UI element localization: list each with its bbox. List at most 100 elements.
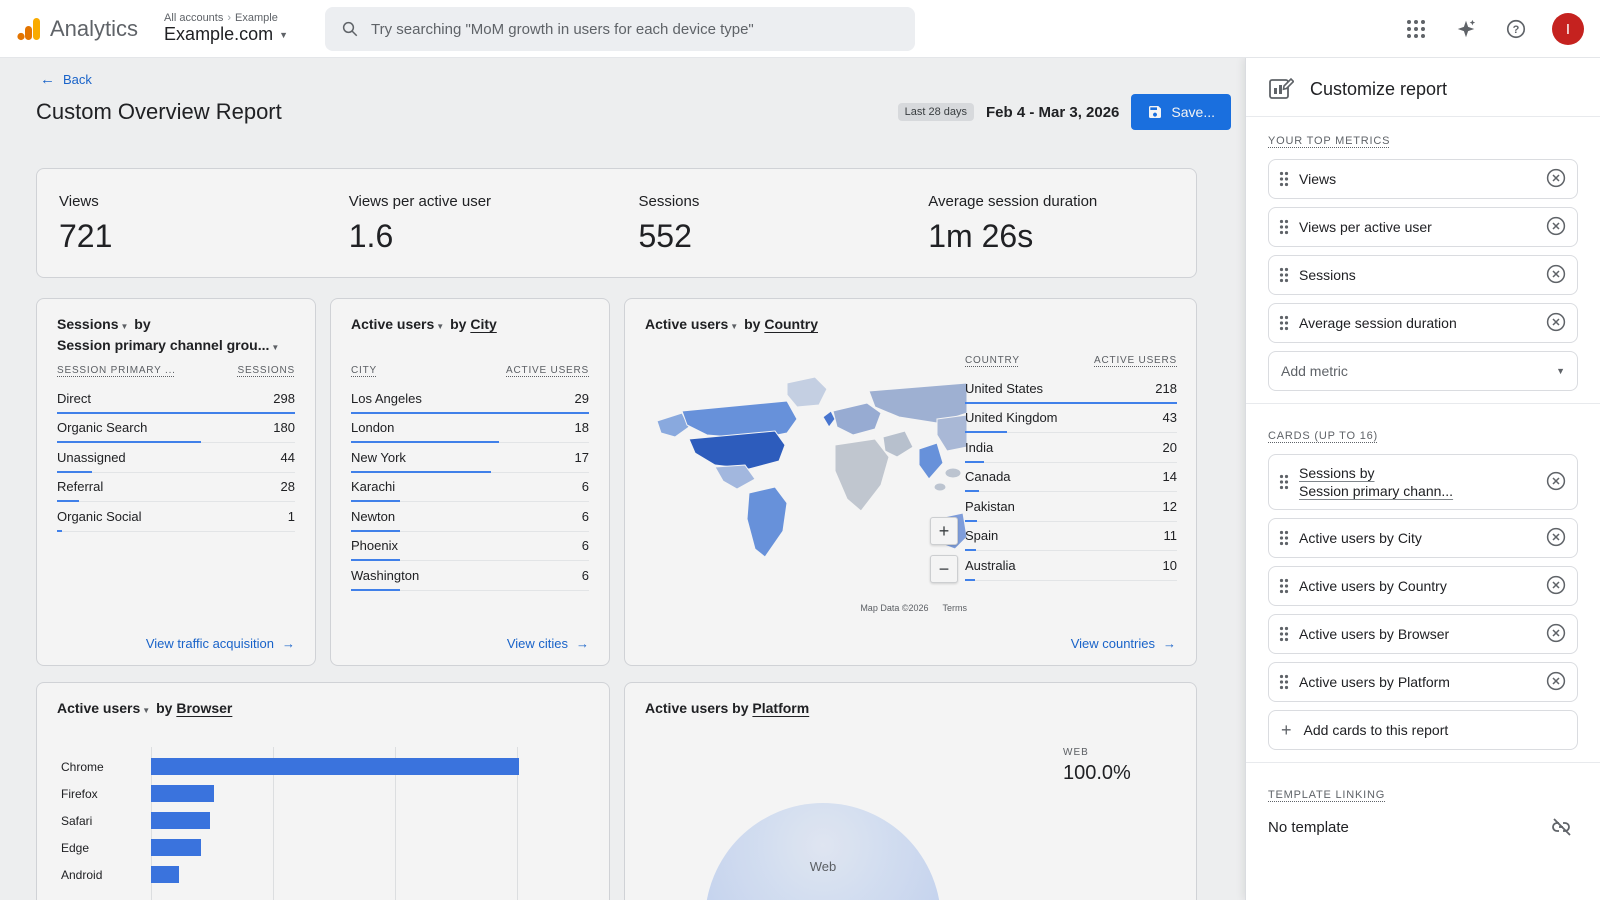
metric-chip-average-session-duration[interactable]: Average session duration (1268, 303, 1578, 343)
row-label: Karachi (351, 479, 395, 494)
card-chip-users-by-city[interactable]: Active users by City (1268, 518, 1578, 558)
browser-bar-chart: Chrome Firefox Safari Edge Android (61, 753, 565, 900)
summary-metric[interactable]: Sessions 552 (617, 169, 907, 277)
bar-row: Safari (61, 807, 565, 834)
table-row: United Kingdom 43 (965, 404, 1177, 434)
account-switcher[interactable]: All accounts › Example Example.com ▼ (164, 12, 288, 45)
remove-metric-button[interactable] (1545, 264, 1567, 286)
summary-metric[interactable]: Views per active user 1.6 (327, 169, 617, 277)
map-terms-link[interactable]: Terms (943, 603, 968, 613)
bar (151, 839, 201, 856)
add-metric-select[interactable]: Add metric ▼ (1268, 351, 1578, 391)
metric-selector[interactable]: Active users (645, 700, 728, 716)
chevron-down-icon: ▼ (142, 706, 150, 715)
channel-table: Direct298 Organic Search180 Unassigned44… (57, 384, 295, 532)
metric-label: Views per active user (349, 193, 617, 210)
link-label: View traffic acquisition (146, 636, 274, 651)
row-label: Washington (351, 568, 419, 583)
drag-handle-icon[interactable] (1279, 674, 1289, 690)
metric-selector[interactable]: Active users (57, 700, 140, 716)
apps-grid-button[interactable] (1402, 15, 1430, 43)
add-cards-label: Add cards to this report (1304, 722, 1449, 738)
row-value: 43 (1163, 410, 1177, 425)
drag-handle-icon[interactable] (1279, 219, 1289, 235)
avatar[interactable]: I (1552, 13, 1584, 45)
drag-handle-icon[interactable] (1279, 578, 1289, 594)
remove-card-button[interactable] (1545, 575, 1567, 597)
row-value: 6 (582, 568, 589, 583)
row-value: 6 (582, 538, 589, 553)
metric-selector[interactable]: Active users (645, 316, 728, 332)
back-link[interactable]: Back (63, 72, 92, 87)
metric-selector[interactable]: Active users (351, 316, 434, 332)
table-row: Organic Search180 (57, 414, 295, 444)
report-header: Custom Overview Report Last 28 days Feb … (36, 94, 1231, 130)
drag-handle-icon[interactable] (1279, 267, 1289, 283)
row-label: Los Angeles (351, 391, 422, 406)
card-chip-users-by-country[interactable]: Active users by Country (1268, 566, 1578, 606)
dimension-selector[interactable]: Platform (752, 700, 809, 716)
map-zoom-out-button[interactable]: − (930, 555, 958, 583)
remove-metric-button[interactable] (1545, 168, 1567, 190)
summary-metric[interactable]: Views 721 (37, 169, 327, 277)
summary-metric[interactable]: Average session duration 1m 26s (906, 169, 1196, 277)
template-link-button[interactable] (1548, 813, 1576, 841)
users-by-browser-card: Active users▼ by Browser Chrome Firefox … (36, 682, 610, 900)
card-chip-sessions-by-channel[interactable]: Sessions bySession primary chann... (1268, 454, 1578, 510)
remove-metric-button[interactable] (1545, 216, 1567, 238)
drag-handle-icon[interactable] (1279, 530, 1289, 546)
remove-circle-icon (1546, 471, 1566, 491)
analytics-logo-icon (16, 16, 42, 42)
metric-chip-sessions[interactable]: Sessions (1268, 255, 1578, 295)
back-row: ← Back (40, 71, 92, 88)
dimension-selector[interactable]: City (470, 316, 496, 332)
world-map[interactable]: + − Map Data ©2026 Terms (637, 359, 969, 613)
map-zoom-in-button[interactable]: + (930, 517, 958, 545)
view-cities-link[interactable]: View cities → (507, 636, 589, 651)
date-range-picker[interactable]: Feb 4 - Mar 3, 2026 (986, 104, 1119, 121)
remove-card-button[interactable] (1545, 671, 1567, 693)
analytics-home-link[interactable]: Analytics (0, 16, 138, 42)
metric-chip-views-per-active-user[interactable]: Views per active user (1268, 207, 1578, 247)
table-row: Pakistan12 (965, 492, 1177, 522)
country-table: United States218 United Kingdom43 India2… (965, 374, 1177, 581)
help-button[interactable]: ? (1502, 15, 1530, 43)
table-row: India20 (965, 433, 1177, 463)
dimension-selector[interactable]: Country (764, 316, 818, 332)
dimension-selector[interactable]: Session primary channel grou... (57, 337, 269, 353)
save-button[interactable]: Save... (1131, 94, 1231, 130)
top-app-bar: Analytics All accounts › Example Example… (0, 0, 1600, 58)
dimension-selector[interactable]: Browser (176, 700, 232, 716)
row-label: Newton (351, 509, 395, 524)
chip-label: Views per active user (1299, 218, 1535, 236)
ai-sparkle-button[interactable] (1452, 15, 1480, 43)
remove-metric-button[interactable] (1545, 312, 1567, 334)
row-label: Organic Social (57, 509, 142, 524)
view-countries-link[interactable]: View countries → (1071, 636, 1176, 651)
remove-circle-icon (1546, 671, 1566, 691)
card-chip-users-by-platform[interactable]: Active users by Platform (1268, 662, 1578, 702)
add-cards-button[interactable]: + Add cards to this report (1268, 710, 1578, 750)
search-input[interactable] (371, 21, 899, 38)
divider (1246, 762, 1600, 763)
remove-card-button[interactable] (1545, 623, 1567, 645)
drag-handle-icon[interactable] (1279, 474, 1289, 490)
bar-row: Android (61, 861, 565, 888)
metric-selector[interactable]: Sessions (57, 316, 118, 332)
remove-card-button[interactable] (1545, 471, 1567, 493)
row-label: Spain (965, 528, 998, 543)
panel-title: Customize report (1310, 79, 1447, 100)
remove-card-button[interactable] (1545, 527, 1567, 549)
template-value: No template (1268, 819, 1349, 836)
metric-chip-views[interactable]: Views (1268, 159, 1578, 199)
card-chip-users-by-browser[interactable]: Active users by Browser (1268, 614, 1578, 654)
row-value: 18 (575, 420, 589, 435)
table-header: CITY ACTIVE USERS (351, 359, 589, 384)
search-bar[interactable] (325, 7, 915, 51)
view-traffic-acquisition-link[interactable]: View traffic acquisition → (146, 636, 295, 651)
section-label: CARDS (UP TO 16) (1268, 430, 1378, 442)
row-label: United Kingdom (965, 410, 1058, 425)
drag-handle-icon[interactable] (1279, 626, 1289, 642)
drag-handle-icon[interactable] (1279, 315, 1289, 331)
drag-handle-icon[interactable] (1279, 171, 1289, 187)
